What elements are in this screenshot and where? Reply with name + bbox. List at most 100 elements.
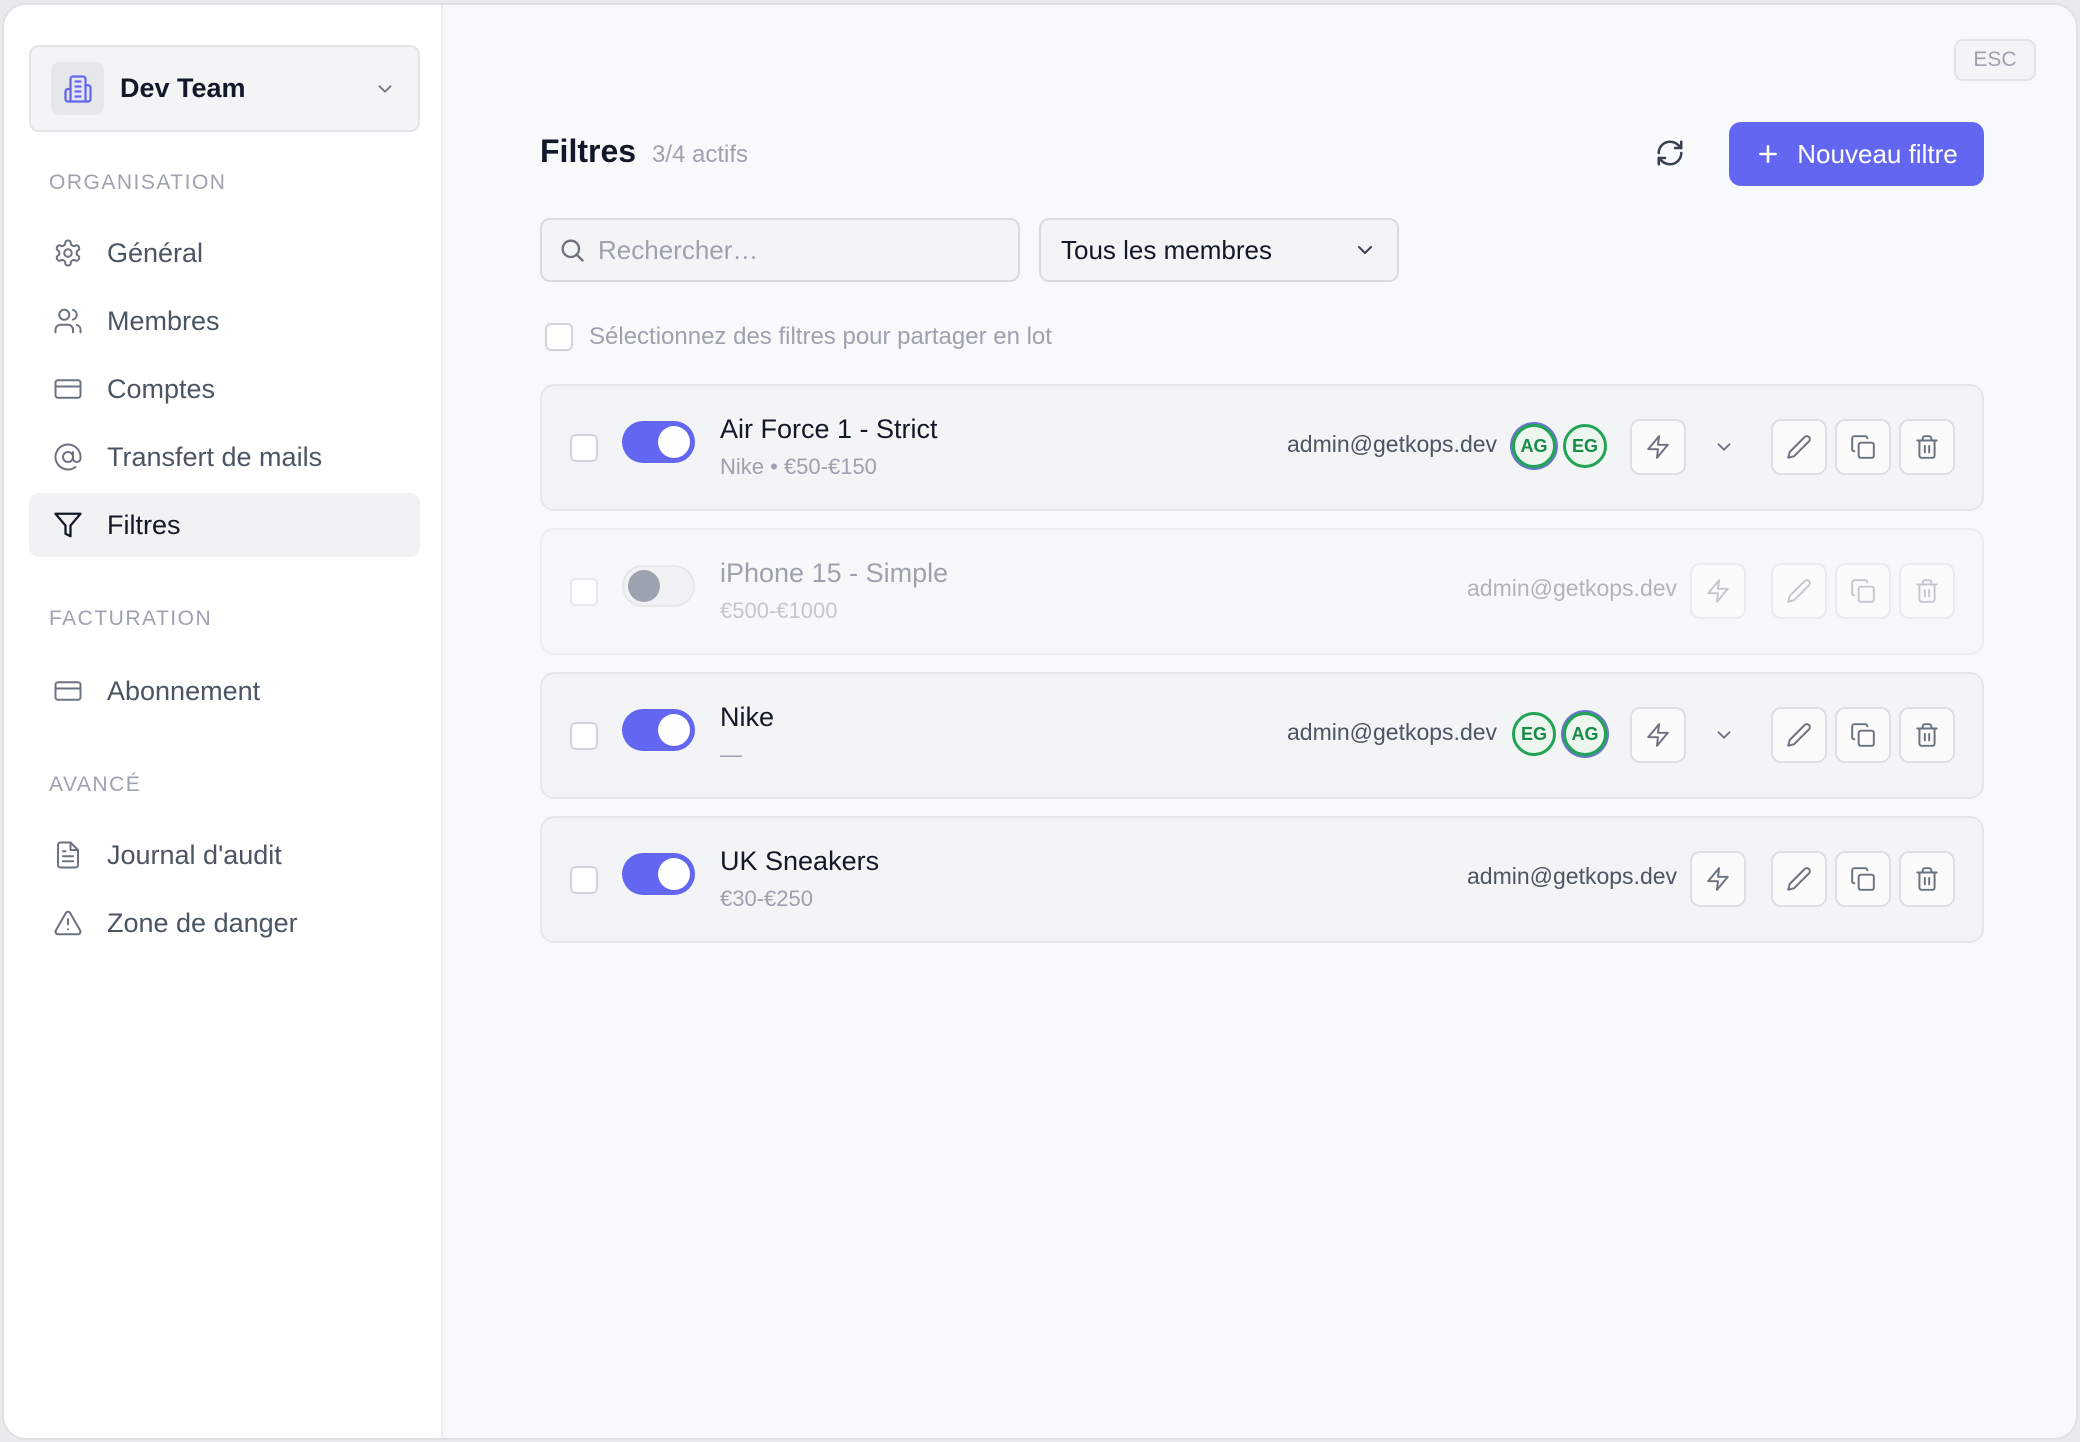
section-label-facturation: FACTURATION (49, 607, 213, 630)
team-name: Dev Team (120, 73, 246, 103)
copy-icon (1851, 867, 1875, 891)
duplicate-button[interactable] (1835, 707, 1891, 763)
credit-card-icon (51, 674, 85, 708)
sidebar-item-danger[interactable]: Zone de danger (29, 891, 420, 955)
sidebar-item-filtres[interactable]: Filtres (29, 493, 420, 557)
row-checkbox[interactable] (570, 434, 598, 462)
team-switcher[interactable]: Dev Team (29, 45, 420, 132)
pencil-icon (1787, 723, 1811, 747)
gear-icon (51, 236, 85, 270)
sidebar-item-label: Filtres (107, 509, 181, 540)
edit-button[interactable] (1771, 563, 1827, 619)
avatar: EG (1563, 424, 1607, 468)
search-box (540, 218, 1020, 282)
trigger-button[interactable] (1690, 851, 1746, 907)
delete-button[interactable] (1899, 563, 1955, 619)
sidebar-item-label: Zone de danger (107, 907, 298, 938)
edit-button[interactable] (1771, 851, 1827, 907)
refresh-button[interactable] (1648, 131, 1692, 175)
trash-icon (1916, 435, 1938, 459)
filter-row: Air Force 1 - Strict Nike • €50-€150 adm… (540, 384, 1984, 511)
zap-icon (1707, 579, 1729, 603)
chevron-down-icon (1358, 246, 1372, 254)
avatar: EG (1512, 712, 1556, 756)
row-checkbox[interactable] (570, 722, 598, 750)
filter-subtitle: — (720, 742, 742, 767)
plus-icon (1759, 145, 1778, 163)
pencil-icon (1787, 579, 1811, 603)
delete-button[interactable] (1899, 419, 1955, 475)
row-checkbox[interactable] (570, 866, 598, 894)
esc-button[interactable]: ESC (1954, 39, 2036, 81)
settings-window: Dev Team ORGANISATION Général Membres Co… (2, 3, 2078, 1440)
warning-icon (51, 906, 85, 940)
sidebar-item-label: Journal d'audit (107, 839, 282, 870)
duplicate-button[interactable] (1835, 563, 1891, 619)
duplicate-button[interactable] (1835, 851, 1891, 907)
sidebar-item-label: Général (107, 237, 204, 268)
avatar: AG (1512, 424, 1556, 468)
zap-icon (1707, 867, 1729, 891)
sidebar-item-comptes[interactable]: Comptes (29, 357, 420, 421)
section-label-avance: AVANCÉ (49, 773, 142, 796)
sidebar-item-label: Abonnement (107, 675, 261, 706)
filter-owner: admin@getkops.dev (1287, 431, 1498, 457)
filter-row: UK Sneakers €30-€250 admin@getkops.dev (540, 816, 1984, 943)
filter-row: iPhone 15 - Simple €500-€1000 admin@getk… (540, 528, 1984, 655)
zap-icon (1647, 723, 1669, 747)
sidebar-item-general[interactable]: Général (29, 221, 420, 285)
trigger-button[interactable] (1630, 707, 1686, 763)
filter-name: UK Sneakers (720, 846, 880, 876)
sidebar-item-label: Transfert de mails (107, 441, 323, 472)
sidebar-item-journal[interactable]: Journal d'audit (29, 823, 420, 887)
pencil-icon (1787, 867, 1811, 891)
filter-icon (51, 508, 85, 542)
filter-toggle[interactable] (622, 709, 695, 751)
edit-button[interactable] (1771, 419, 1827, 475)
page-title: Filtres (540, 133, 637, 169)
delete-button[interactable] (1899, 707, 1955, 763)
chevron-down-icon (1717, 443, 1731, 451)
section-label-organisation: ORGANISATION (49, 171, 227, 194)
filter-subtitle: Nike • €50-€150 (720, 454, 877, 479)
delete-button[interactable] (1899, 851, 1955, 907)
filter-row: Nike — admin@getkops.dev EG AG (540, 672, 1984, 799)
bulk-select-checkbox[interactable] (545, 323, 573, 351)
avatar: AG (1563, 712, 1607, 756)
sidebar-item-label: Comptes (107, 373, 216, 404)
edit-button[interactable] (1771, 707, 1827, 763)
filter-toggle[interactable] (622, 421, 695, 463)
filter-owner: admin@getkops.dev (1467, 575, 1678, 601)
search-input[interactable] (598, 234, 988, 266)
bulk-select: Sélectionnez des filtres pour partager e… (545, 323, 1052, 351)
duplicate-button[interactable] (1835, 419, 1891, 475)
filter-subtitle: €30-€250 (720, 886, 813, 911)
expand-button[interactable] (1708, 431, 1740, 463)
expand-button[interactable] (1708, 719, 1740, 751)
member-filter-value: Tous les membres (1061, 234, 1272, 265)
toggle-knob (658, 714, 690, 746)
main-content: ESC Filtres 3/4 actifs Nouveau filtre To… (445, 5, 2076, 1438)
trigger-button[interactable] (1690, 563, 1746, 619)
file-text-icon (51, 838, 85, 872)
search-icon (558, 236, 586, 264)
chevron-down-icon (374, 78, 396, 100)
sidebar-item-abonnement[interactable]: Abonnement (29, 659, 420, 723)
filter-name: Air Force 1 - Strict (720, 414, 938, 444)
trash-icon (1916, 723, 1938, 747)
filter-toggle[interactable] (622, 565, 695, 607)
member-filter-select[interactable]: Tous les membres (1039, 218, 1399, 282)
trash-icon (1916, 579, 1938, 603)
filter-toggle[interactable] (622, 853, 695, 895)
row-checkbox[interactable] (570, 578, 598, 606)
sidebar-item-transfert[interactable]: Transfert de mails (29, 425, 420, 489)
new-filter-button[interactable]: Nouveau filtre (1729, 122, 1984, 186)
filter-name: Nike (720, 702, 775, 732)
sidebar: Dev Team ORGANISATION Général Membres Co… (4, 5, 443, 1438)
refresh-icon (1657, 140, 1683, 166)
toggle-knob (658, 858, 690, 890)
copy-icon (1851, 579, 1875, 603)
at-sign-icon (51, 440, 85, 474)
sidebar-item-membres[interactable]: Membres (29, 289, 420, 353)
trigger-button[interactable] (1630, 419, 1686, 475)
